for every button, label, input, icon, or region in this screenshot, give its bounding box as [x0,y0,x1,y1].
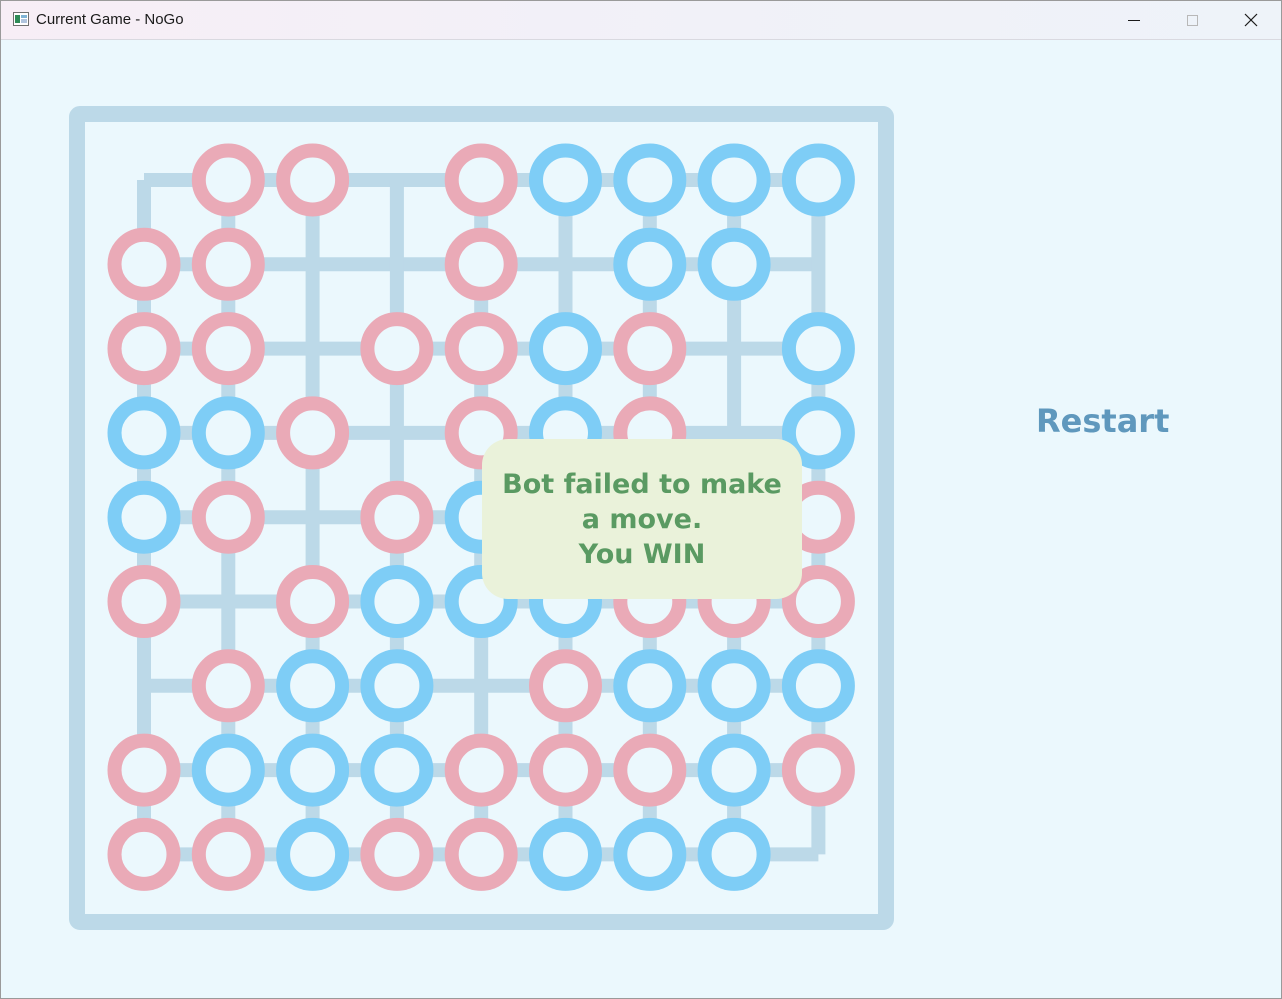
minimize-icon [1128,20,1140,21]
blue-stone [781,143,855,217]
pink-stone [444,817,518,891]
pink-stone [529,649,602,723]
blue-stone [781,649,855,723]
blue-stone [781,312,855,386]
title-bar[interactable]: Current Game - NoGo [1,1,1281,40]
blue-stone [107,396,181,470]
maximize-button[interactable] [1163,1,1221,39]
result-message-line-2: a move. [581,503,703,535]
blue-stone [360,649,434,723]
pink-stone [444,312,518,386]
result-message-line-3: You WIN [578,538,706,570]
pink-stone [276,143,350,217]
pink-stone [529,733,602,807]
pink-stone [613,733,687,807]
pink-stone [191,480,265,554]
pink-stone [276,565,350,638]
minimize-button[interactable] [1105,1,1163,39]
board-point[interactable] [782,228,854,300]
board-point[interactable] [192,566,264,638]
blue-stone [276,649,350,723]
board-point[interactable] [108,650,180,722]
result-message-line-1: Bot failed to make [502,468,782,500]
pink-stone [613,312,687,386]
blue-stone [529,312,602,386]
close-icon [1244,13,1258,27]
result-dialog: Bot failed to make a move. You WIN [482,439,802,599]
blue-stone [613,143,687,217]
game-window: Current Game - NoGo Bot failed to make a… [0,0,1282,999]
blue-stone [276,817,350,891]
pink-stone [191,312,265,386]
board-point[interactable] [108,144,180,216]
blue-stone [613,649,687,723]
pink-stone [191,227,265,301]
pink-stone [107,817,181,891]
blue-stone [697,649,771,723]
board-point[interactable] [361,228,433,300]
blue-stone [276,733,350,807]
board-point[interactable] [445,650,517,722]
pink-stone [107,312,181,386]
close-button[interactable] [1222,1,1280,39]
restart-button[interactable]: Restart [1036,402,1169,440]
pink-stone [107,733,181,807]
pink-stone [444,143,518,217]
maximize-icon [1187,15,1198,26]
blue-stone [697,227,771,301]
pink-stone [191,817,265,891]
blue-stone [360,733,434,807]
blue-stone [191,733,265,807]
game-area: Bot failed to make a move. You WIN Resta… [1,40,1281,998]
blue-stone [697,143,771,217]
blue-stone [191,396,265,470]
pink-stone [107,565,181,638]
blue-stone [613,227,687,301]
pink-stone [360,817,434,891]
window-title: Current Game - NoGo [36,11,184,28]
board-point[interactable] [530,228,602,300]
board-point[interactable] [277,313,349,385]
board-point[interactable] [277,228,349,300]
pink-stone [107,227,181,301]
pink-stone [781,733,855,807]
blue-stone [107,480,181,554]
board-point[interactable] [782,818,854,890]
blue-stone [697,733,771,807]
pink-stone [191,649,265,723]
board-point[interactable] [277,481,349,553]
pink-stone [444,227,518,301]
pink-stone [444,733,518,807]
pink-stone [360,312,434,386]
board-point[interactable] [361,397,433,469]
blue-stone [613,817,687,891]
pink-stone [276,396,350,470]
app-icon [13,12,29,26]
board-point[interactable] [361,144,433,216]
blue-stone [360,565,434,638]
blue-stone [529,817,602,891]
pink-stone [360,480,434,554]
pink-stone [191,143,265,217]
blue-stone [697,817,771,891]
blue-stone [529,143,602,217]
board-point[interactable] [698,313,770,385]
